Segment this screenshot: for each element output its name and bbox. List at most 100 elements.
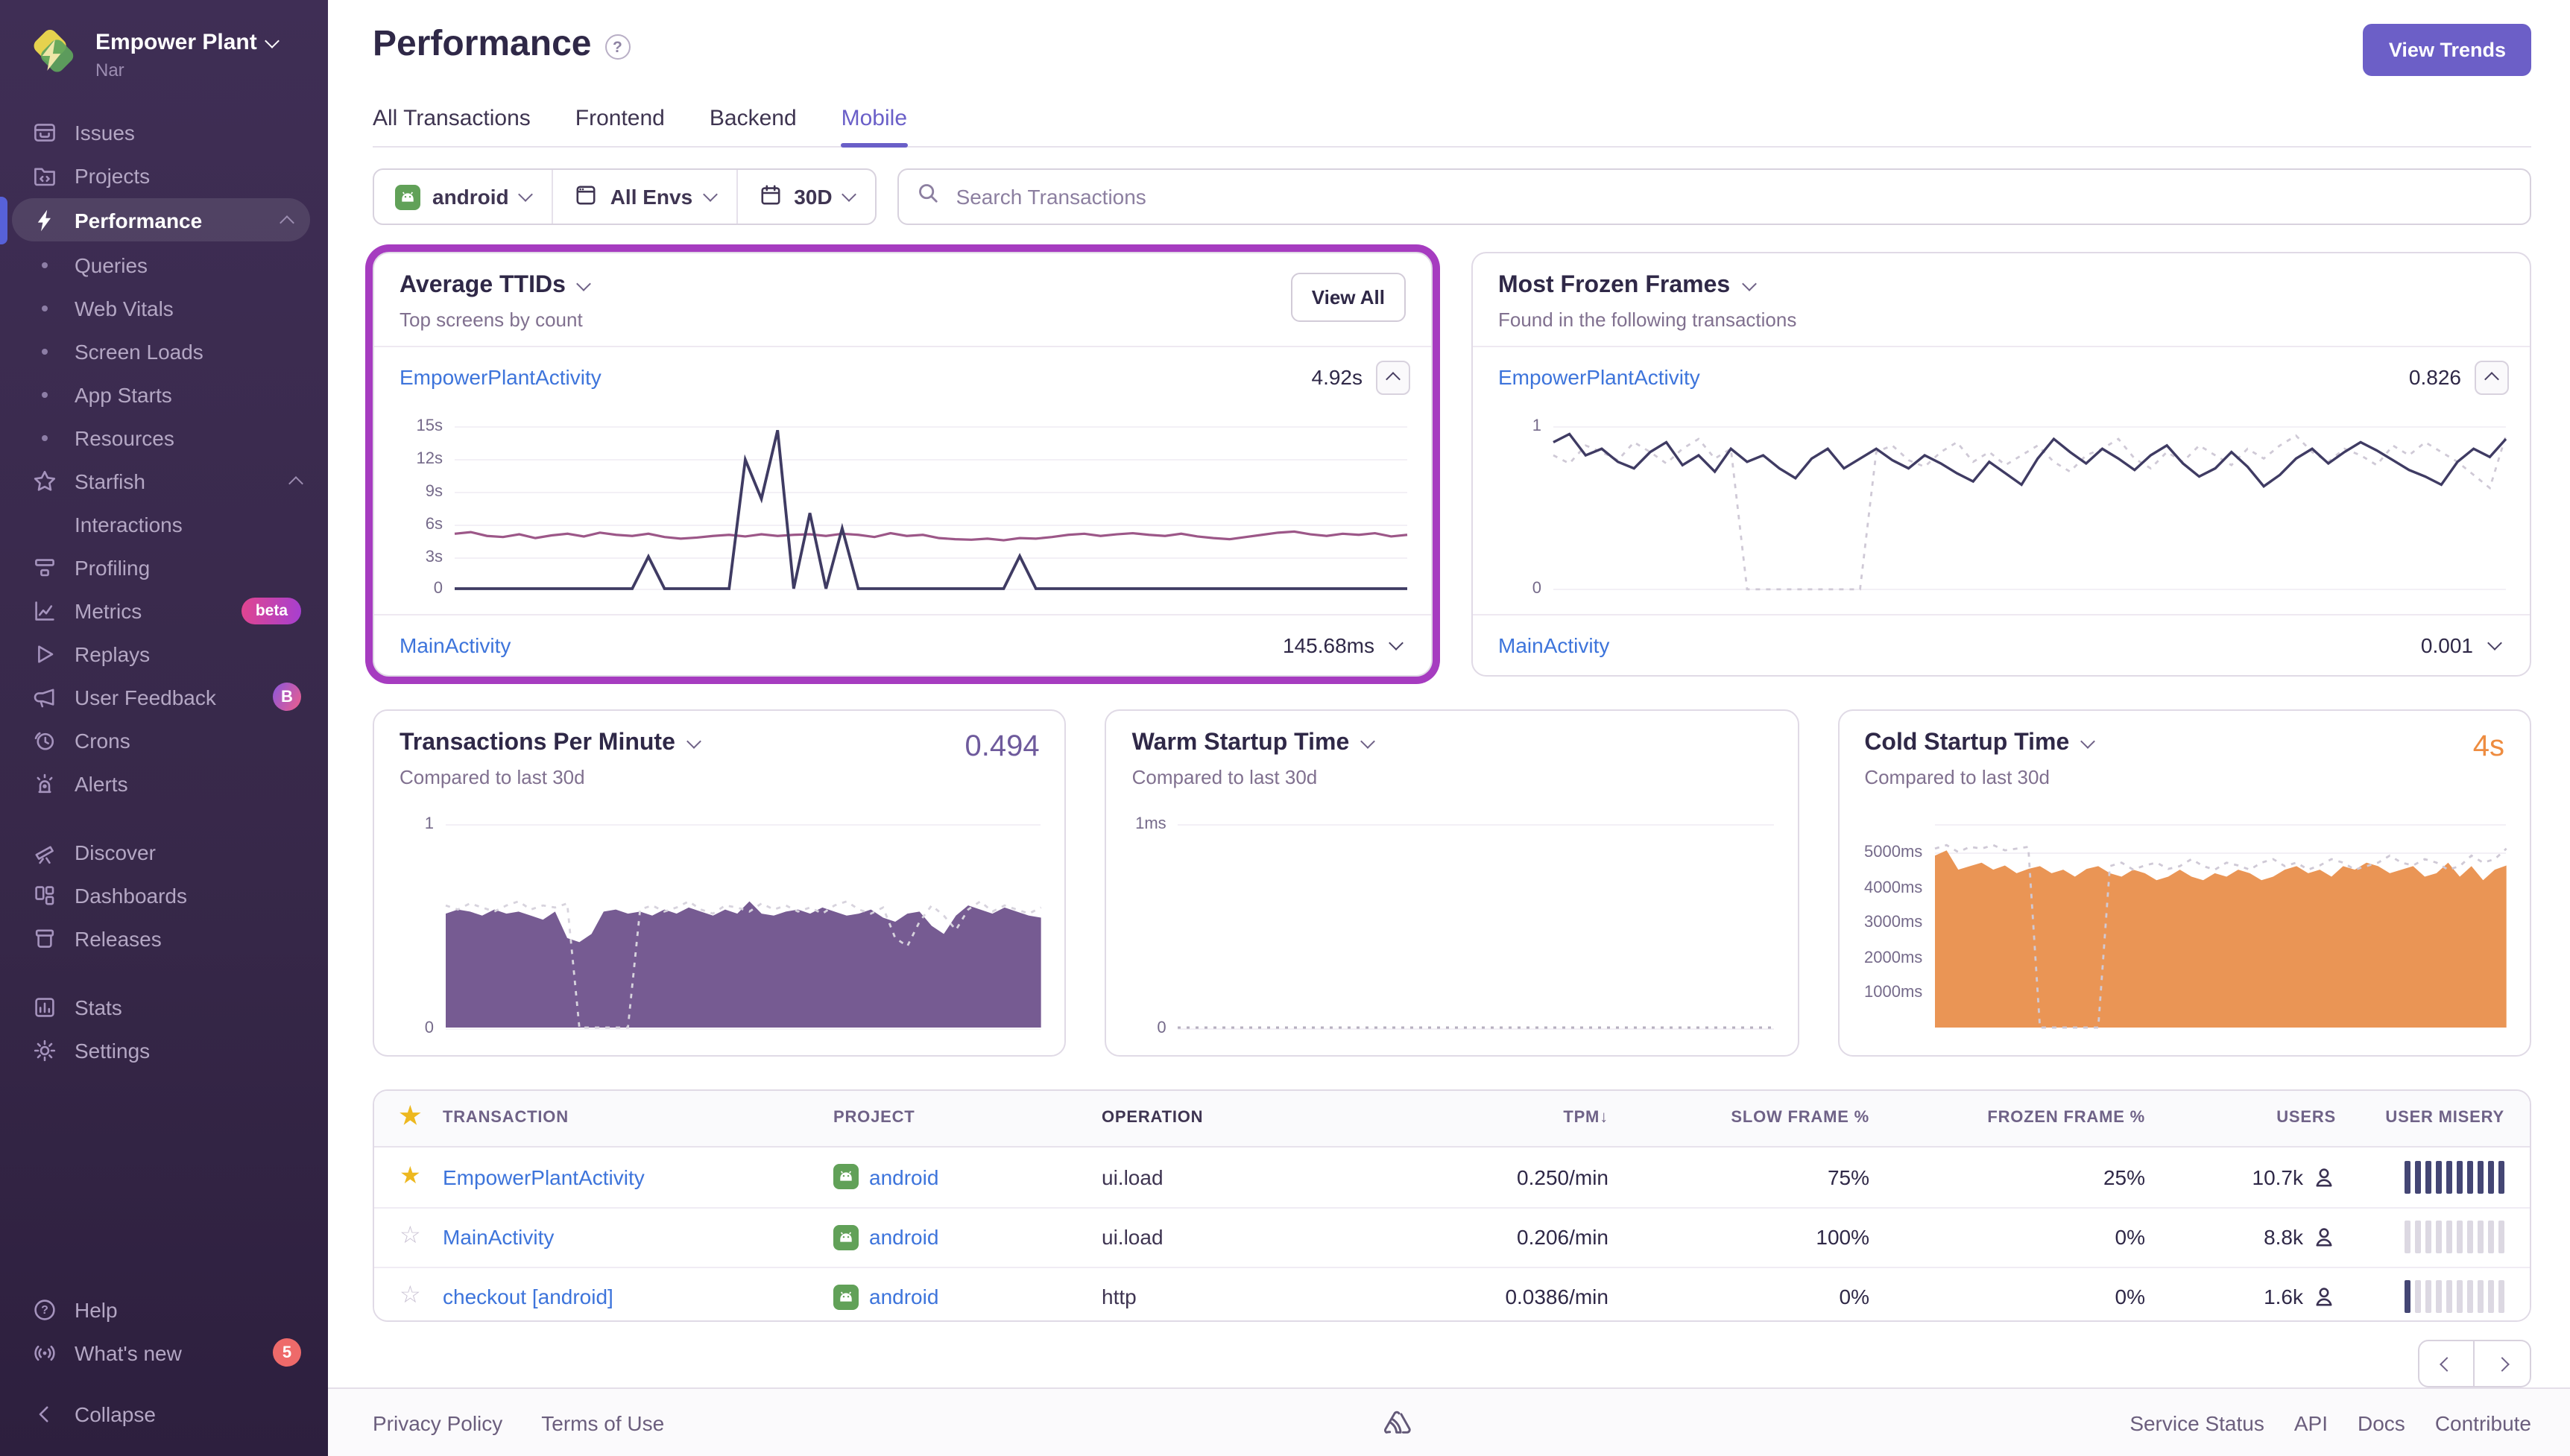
tpm-cell: 0.206/min: [1407, 1225, 1608, 1249]
filter-all-envs[interactable]: All Envs: [552, 170, 736, 224]
project-link[interactable]: android: [869, 1225, 938, 1249]
user-icon: [2312, 1285, 2336, 1308]
sidebar-item-queries[interactable]: Queries: [0, 243, 328, 286]
transaction-link[interactable]: MainActivity: [400, 633, 511, 657]
sidebar-item-alerts[interactable]: Alerts: [0, 762, 328, 805]
footer-link-terms-of-use[interactable]: Terms of Use: [541, 1411, 664, 1434]
item-value: 4.92s: [1312, 365, 1363, 389]
filter-label: android: [432, 185, 509, 209]
sidebar-item-screen-loads[interactable]: Screen Loads: [0, 329, 328, 373]
transaction-link[interactable]: MainActivity: [443, 1225, 554, 1249]
next-page-button[interactable]: [2475, 1340, 2531, 1387]
profiling-icon: [30, 555, 58, 579]
header-star: ★: [374, 1106, 443, 1130]
cold-startup-title[interactable]: Cold Startup Time: [1864, 730, 2093, 757]
badge-b: B: [273, 683, 301, 711]
star-toggle[interactable]: ★: [400, 1165, 421, 1188]
sidebar-item-dashboards[interactable]: Dashboards: [0, 873, 328, 917]
footer-link-api[interactable]: API: [2294, 1411, 2328, 1434]
sidebar-item-resources[interactable]: Resources: [0, 416, 328, 459]
sidebar-item-stats[interactable]: Stats: [0, 985, 328, 1028]
transaction-link[interactable]: EmpowerPlantActivity: [443, 1165, 645, 1188]
tpm-value: 0.494: [965, 730, 1040, 765]
sidebar-item-label: Resources: [75, 425, 174, 449]
chevron-down-icon: [1360, 735, 1375, 750]
column-header-tpm[interactable]: TPM ↓: [1407, 1109, 1608, 1127]
sidebar-item-releases[interactable]: Releases: [0, 917, 328, 960]
footer-link-service-status[interactable]: Service Status: [2129, 1411, 2264, 1434]
collapse-toggle-button[interactable]: [1376, 360, 1410, 394]
transaction-link[interactable]: EmpowerPlantActivity: [400, 365, 602, 389]
expand-toggle-button[interactable]: [1389, 636, 1404, 651]
filter-30d[interactable]: 30D: [736, 170, 875, 224]
sidebar-item-what-s-new[interactable]: What's new5: [0, 1331, 328, 1374]
most-frozen-frames-card: Most Frozen Frames Found in the followin…: [1471, 252, 2531, 677]
sort-desc-icon: ↓: [1600, 1109, 1608, 1127]
transaction-link[interactable]: checkout [android]: [443, 1285, 613, 1308]
expand-toggle-button[interactable]: [2487, 636, 2502, 651]
y-axis-label: 6s: [374, 515, 443, 533]
warm-startup-title[interactable]: Warm Startup Time: [1132, 730, 1374, 757]
sidebar-item-discover[interactable]: Discover: [0, 830, 328, 873]
view-all-button[interactable]: View All: [1291, 273, 1406, 322]
app: Empower Plant Nar IssuesProjectsPerforma…: [0, 0, 2570, 1456]
view-trends-button[interactable]: View Trends: [2364, 24, 2531, 76]
line-series: [1553, 434, 2506, 487]
sidebar-item-starfish[interactable]: Starfish: [0, 459, 328, 502]
sidebar-item-interactions[interactable]: Interactions: [0, 502, 328, 545]
most-frozen-frames-chart: 10: [1473, 419, 2506, 596]
tab-backend[interactable]: Backend: [710, 106, 797, 146]
average-ttids-chart: 15s12s9s6s3s0: [374, 419, 1407, 596]
sidebar-item-projects[interactable]: Projects: [0, 153, 328, 197]
tpm-title[interactable]: Transactions Per Minute: [400, 730, 699, 757]
sidebar-item-label: User Feedback: [75, 685, 216, 709]
footer-link-privacy-policy[interactable]: Privacy Policy: [373, 1411, 502, 1434]
frozen-frame-cell: 25%: [1869, 1165, 2145, 1188]
footer-link-contribute[interactable]: Contribute: [2435, 1411, 2531, 1434]
sidebar-item-web-vitals[interactable]: Web Vitals: [0, 286, 328, 329]
tab-frontend[interactable]: Frontend: [575, 106, 665, 146]
org-switcher[interactable]: Empower Plant Nar: [0, 18, 328, 104]
star-toggle[interactable]: ☆: [400, 1285, 421, 1308]
search-input[interactable]: [953, 183, 2512, 210]
previous-page-button[interactable]: [2418, 1340, 2475, 1387]
help-circle-icon[interactable]: ?: [604, 34, 630, 60]
chevron-down-icon: [2080, 735, 2095, 750]
most-frozen-frames-title[interactable]: Most Frozen Frames: [1498, 273, 1796, 300]
sidebar-item-issues[interactable]: Issues: [0, 110, 328, 153]
sidebar-item-performance[interactable]: Performance: [12, 198, 310, 241]
footer-link-docs[interactable]: Docs: [2358, 1411, 2405, 1434]
tab-all-transactions[interactable]: All Transactions: [373, 106, 531, 146]
sidebar-item-user-feedback[interactable]: User Feedback B: [0, 675, 328, 718]
sidebar-item-metrics[interactable]: Metricsbeta: [0, 589, 328, 632]
transaction-link[interactable]: EmpowerPlantActivity: [1498, 365, 1700, 389]
sidebar-item-app-starts[interactable]: App Starts: [0, 373, 328, 416]
project-link[interactable]: android: [869, 1165, 938, 1188]
filter-android[interactable]: android: [374, 170, 552, 224]
collapse-toggle-button[interactable]: [2475, 360, 2509, 394]
search-box[interactable]: [898, 168, 2531, 225]
tab-mobile[interactable]: Mobile: [842, 106, 907, 146]
column-header-frozen-frame-[interactable]: FROZEN FRAME %: [1869, 1109, 2145, 1127]
widget-list-item: MainActivity0.001: [1473, 614, 2530, 675]
sidebar-item-crons[interactable]: Crons: [0, 718, 328, 762]
column-header-users[interactable]: USERS: [2145, 1109, 2336, 1127]
column-header-project[interactable]: PROJECT: [833, 1109, 1102, 1127]
project-link[interactable]: android: [869, 1285, 938, 1308]
sidebar-item-settings[interactable]: Settings: [0, 1028, 328, 1072]
column-header-operation[interactable]: OPERATION: [1102, 1109, 1407, 1127]
sidebar-item-collapse[interactable]: Collapse: [0, 1392, 328, 1435]
frozen-frame-cell: 0%: [1869, 1225, 2145, 1249]
sidebar-item-replays[interactable]: Replays: [0, 632, 328, 675]
area-series: [446, 902, 1041, 1028]
transaction-link[interactable]: MainActivity: [1498, 633, 1609, 657]
column-header-slow-frame-[interactable]: SLOW FRAME %: [1608, 1109, 1869, 1127]
column-header-user-misery[interactable]: USER MISERY: [2336, 1109, 2530, 1127]
stats-icon: [30, 995, 58, 1019]
chevron-down-icon: [577, 276, 592, 291]
sidebar-item-help[interactable]: ?Help: [0, 1288, 328, 1331]
sidebar-item-profiling[interactable]: Profiling: [0, 545, 328, 589]
star-toggle[interactable]: ☆: [400, 1225, 421, 1249]
average-ttids-title[interactable]: Average TTIDs: [400, 273, 590, 300]
column-header-transaction[interactable]: TRANSACTION: [443, 1109, 833, 1127]
